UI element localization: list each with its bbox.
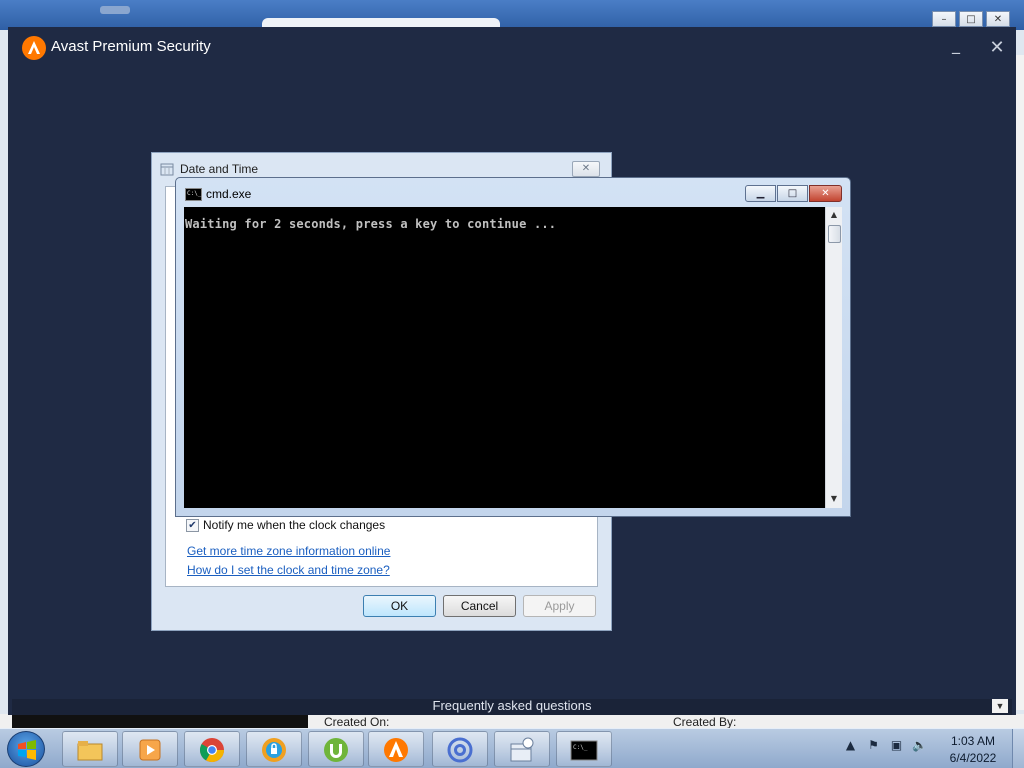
calendar-clock-icon xyxy=(510,737,534,762)
cancel-button[interactable]: Cancel xyxy=(443,595,516,617)
cmd-scrollbar[interactable]: ▲ ▼ xyxy=(825,207,842,508)
taskbar-clock[interactable]: 1:03 AM 6/4/2022 xyxy=(940,733,1006,767)
taskbar: C:\_ ▲ ⚑ ▣ 🔈 1:03 AM 6/4/2022 xyxy=(0,728,1024,768)
notify-checkbox[interactable]: ✔ xyxy=(186,519,199,532)
avast-faq-bar[interactable]: Frequently asked questions ▼ xyxy=(12,699,1012,715)
cmd-minimize-button[interactable]: ▁ xyxy=(745,185,776,202)
background-scrollbar[interactable] xyxy=(1016,55,1024,710)
cmd-close-button[interactable]: ✕ xyxy=(809,185,842,202)
cmd-maximize-button[interactable]: □ xyxy=(777,185,808,202)
media-player-icon xyxy=(139,739,161,761)
dialog-title: Date and Time xyxy=(180,162,259,176)
background-tab[interactable] xyxy=(100,6,130,14)
dialog-close-button[interactable]: ✕ xyxy=(572,161,600,177)
svg-text:C:\_: C:\_ xyxy=(573,744,588,751)
cmd-output: Waiting for 2 seconds, press a key to co… xyxy=(185,217,557,231)
calendar-icon xyxy=(160,163,174,176)
column-created-on: Created On: xyxy=(324,715,390,729)
taskbar-cmd[interactable]: C:\_ xyxy=(556,731,612,767)
avast-close-icon[interactable]: ✕ xyxy=(986,38,1008,58)
avast-minimize-icon[interactable]: _ xyxy=(947,37,965,55)
cmd-icon: C:\_ xyxy=(185,188,202,201)
show-desktop-button[interactable] xyxy=(1012,729,1024,768)
system-tray: ▲ ⚑ ▣ 🔈 xyxy=(842,737,928,754)
network-icon[interactable]: ▣ xyxy=(888,737,905,754)
background-window-controls: – □ ✕ xyxy=(932,11,1010,27)
cmd-title: cmd.exe xyxy=(206,187,252,201)
background-table-header: Created On: Created By: xyxy=(0,714,1024,729)
taskbar-secure-browser[interactable] xyxy=(246,731,302,767)
cmd-console[interactable]: Waiting for 2 seconds, press a key to co… xyxy=(184,207,825,508)
scroll-down-icon[interactable]: ▼ xyxy=(826,491,842,507)
clock-date: 6/4/2022 xyxy=(949,751,997,765)
scroll-up-icon[interactable]: ▲ xyxy=(826,207,842,223)
faq-link[interactable]: Frequently asked questions xyxy=(433,698,592,713)
timezone-info-link[interactable]: Get more time zone information online xyxy=(187,544,390,558)
avast-logo-icon xyxy=(22,36,46,60)
taskbar-email[interactable] xyxy=(432,731,488,767)
taskbar-chrome[interactable] xyxy=(184,731,240,767)
folder-icon xyxy=(77,741,103,761)
utorrent-icon xyxy=(324,738,348,762)
howto-clock-link[interactable]: How do I set the clock and time zone? xyxy=(187,563,390,577)
scroll-thumb[interactable] xyxy=(828,225,841,243)
tray-expand-icon[interactable]: ▲ xyxy=(842,737,859,754)
email-at-icon xyxy=(447,737,473,763)
close-icon[interactable]: ✕ xyxy=(986,11,1010,27)
clock-time: 1:03 AM xyxy=(950,734,996,748)
notify-label[interactable]: Notify me when the clock changes xyxy=(203,518,385,532)
taskbar-calendar[interactable] xyxy=(494,731,550,767)
background-dark-block xyxy=(12,714,308,728)
taskbar-utorrent[interactable] xyxy=(308,731,364,767)
cmd-window: C:\_ cmd.exe ▁ □ ✕ Waiting for 2 seconds… xyxy=(175,177,851,517)
apply-button[interactable]: Apply xyxy=(523,595,596,617)
chevron-down-icon[interactable]: ▼ xyxy=(992,699,1008,713)
column-created-by: Created By: xyxy=(673,715,737,729)
minimize-icon[interactable]: – xyxy=(932,11,956,27)
background-titlebar xyxy=(0,0,1024,30)
windows-logo-icon xyxy=(18,740,36,760)
maximize-icon[interactable]: □ xyxy=(959,11,983,27)
avast-icon xyxy=(384,738,408,762)
volume-icon[interactable]: 🔈 xyxy=(911,737,928,754)
cmd-taskbar-icon: C:\_ xyxy=(570,740,598,761)
secure-browser-icon xyxy=(262,738,286,762)
avast-title: Avast Premium Security xyxy=(51,38,211,55)
ok-button[interactable]: OK xyxy=(363,595,436,617)
chrome-icon xyxy=(199,738,224,763)
taskbar-avast[interactable] xyxy=(368,731,424,767)
taskbar-explorer[interactable] xyxy=(62,731,118,767)
start-button[interactable] xyxy=(7,731,45,767)
action-center-icon[interactable]: ⚑ xyxy=(865,737,882,754)
taskbar-media-player[interactable] xyxy=(122,731,178,767)
